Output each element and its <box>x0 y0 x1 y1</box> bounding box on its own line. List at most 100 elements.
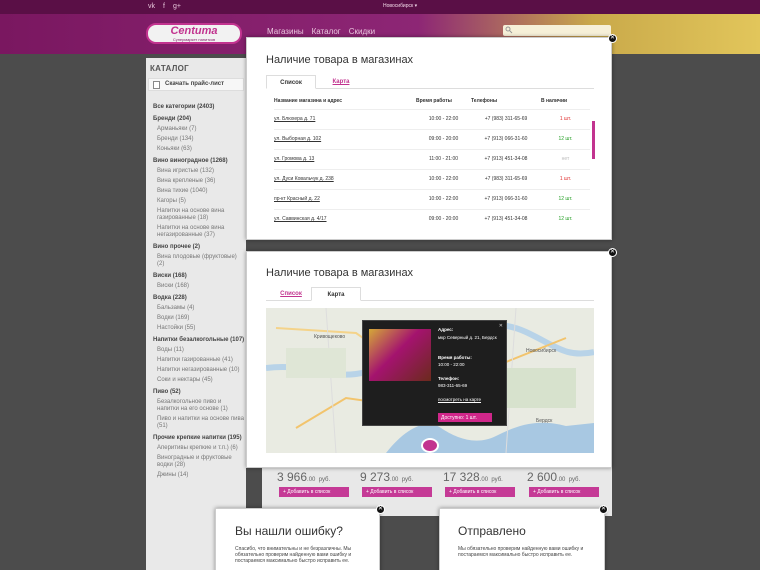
nav-catalog[interactable]: Каталог <box>312 27 341 36</box>
category-item[interactable]: Пиво и напитки на основе пива (51) <box>153 416 245 430</box>
stock-count: 12 шт. <box>541 208 590 222</box>
category-item[interactable]: Водки (169) <box>153 315 245 322</box>
category-item[interactable]: Воды (11) <box>153 347 245 354</box>
col-hours: Время работы <box>416 98 452 105</box>
col-phones: Телефоны <box>471 98 498 105</box>
add-to-list-button[interactable]: + Добавить в список <box>279 487 349 497</box>
stores-table: Название магазина и адрес Время работы Т… <box>274 94 590 222</box>
close-icon[interactable]: ✕ <box>608 34 617 43</box>
category-group[interactable]: Пиво (52) <box>153 389 245 396</box>
category-item[interactable]: Соки и нектары (45) <box>153 377 245 384</box>
store-phone: +7 (913) 451-34-08 <box>471 148 541 169</box>
stock-count: 1 шт. <box>541 168 590 189</box>
modal-tabs: Список Карта <box>266 287 594 301</box>
logo[interactable]: Centuma Супермаркет напитков <box>146 23 242 44</box>
category-group[interactable]: Напитки безалкогольные (107) <box>153 337 245 344</box>
category-group[interactable]: Вино прочее (2) <box>153 244 245 251</box>
category-item[interactable]: Кагоры (5) <box>153 198 245 205</box>
store-address[interactable]: ул. Громова д. 13 <box>274 148 416 169</box>
table-row: пр-кт Красный д. 22 10:00 - 22:00 +7 (913)… <box>274 188 590 209</box>
report-sent-dialog: Отправлено Мы обязательно проверим найде… <box>439 505 608 570</box>
store-address[interactable]: ул. Саввинская д. 4/17 <box>274 208 416 222</box>
logo-text: Centuma <box>170 25 218 37</box>
store-address: мкр Северный д. 21, Бердск <box>438 335 497 340</box>
store-phone: 983-311-65-69 <box>438 383 468 388</box>
view-on-map-link[interactable]: посмотреть на карте <box>438 397 504 403</box>
category-item[interactable]: Коньяки (63) <box>153 146 245 153</box>
tab-map[interactable]: Карта <box>316 75 366 89</box>
category-item[interactable]: Напитки газированные (41) <box>153 357 245 364</box>
category-group[interactable]: Все категории (2403) <box>153 104 245 111</box>
category-group[interactable]: Виски (168) <box>153 273 245 280</box>
tab-map[interactable]: Карта <box>311 287 361 301</box>
document-icon <box>153 81 160 89</box>
category-item[interactable]: Вина плодовые (фруктовые) (2) <box>153 254 245 268</box>
availability-badge: Доступно: 1 шт. <box>438 413 492 422</box>
category-item[interactable]: Арманьяки (7) <box>153 126 245 133</box>
search-input[interactable] <box>503 25 611 36</box>
map-label: Кривощеково <box>314 334 346 340</box>
category-item[interactable]: Безалкогольное пиво и напитки на его осн… <box>153 399 245 413</box>
store-address[interactable]: пр-кт Красный д. 22 <box>274 188 416 209</box>
category-item[interactable]: Напитки негазированные (10) <box>153 367 245 374</box>
table-row: ул. Дуси Ковальчук д. 238 10:00 - 22:00 +7… <box>274 168 590 189</box>
nav-stores[interactable]: Магазины <box>267 27 304 36</box>
tab-list[interactable]: Список <box>266 287 316 301</box>
product-price: 3 966.00 руб. <box>277 470 331 484</box>
category-item[interactable]: Виски (168) <box>153 283 245 290</box>
modal-title: Наличие товара в магазинах <box>266 267 414 279</box>
search-icon <box>505 26 513 34</box>
google-plus-icon[interactable]: g+ <box>173 3 181 10</box>
category-group[interactable]: Бренди (204) <box>153 116 245 123</box>
category-list: Все категории (2403) Бренди (204) Арманьяк… <box>153 104 245 482</box>
category-item[interactable]: Напитки на основе вина газированные (18) <box>153 208 245 222</box>
close-icon[interactable]: ✕ <box>376 505 385 514</box>
category-item[interactable]: Напитки на основе вина негазированные (3… <box>153 225 245 239</box>
store-hours: 10:00 - 22:00 <box>416 108 471 129</box>
category-item[interactable]: Вина крепленые (36) <box>153 178 245 185</box>
store-hours: 10:00 - 22:00 <box>416 188 471 209</box>
add-to-list-button[interactable]: + Добавить в список <box>529 487 599 497</box>
table-scrollbar[interactable] <box>592 121 595 159</box>
category-item[interactable]: Настойки (55) <box>153 325 245 332</box>
city-selector[interactable]: Новосибирск ▾ <box>383 3 417 9</box>
modal-title: Наличие товара в магазинах <box>266 54 414 66</box>
category-group[interactable]: Водка (228) <box>153 295 245 302</box>
table-header: Название магазина и адрес Время работы Т… <box>274 94 590 109</box>
catalog-sidebar: КАТАЛОГ Скачать прайс-лист Все категории… <box>146 58 246 570</box>
store-phone: +7 (983) 311-65-69 <box>471 108 541 129</box>
store-popup: ✕ Адрес: мкр Северный д. 21, Бердск Врем… <box>362 320 507 426</box>
download-price-list-button[interactable]: Скачать прайс-лист <box>148 78 244 91</box>
category-group[interactable]: Прочие крепкие напитки (195) <box>153 435 245 442</box>
category-item[interactable]: Бальзамы (4) <box>153 305 245 312</box>
store-address[interactable]: ул. Блюхера д. 71 <box>274 108 416 129</box>
facebook-icon[interactable]: f <box>163 3 165 10</box>
category-group[interactable]: Вино виноградное (1268) <box>153 158 245 165</box>
stock-map-modal: Наличие товара в магазинах Список Карта … <box>246 248 617 468</box>
tab-list[interactable]: Список <box>266 75 316 89</box>
add-to-list-button[interactable]: + Добавить в список <box>362 487 432 497</box>
store-address[interactable]: ул. Дуси Ковальчук д. 238 <box>274 168 416 189</box>
category-item[interactable]: Виноградные и фруктовые водки (28) <box>153 455 245 469</box>
add-to-list-button[interactable]: + Добавить в список <box>445 487 515 497</box>
category-item[interactable]: Вина тихие (1040) <box>153 188 245 195</box>
category-item[interactable]: Аперитивы крепкие и т.п.) (6) <box>153 445 245 452</box>
store-hours: 10:00 - 22:00 <box>438 362 465 367</box>
store-marker[interactable] <box>421 438 439 453</box>
category-item[interactable]: Бренди (134) <box>153 136 245 143</box>
category-item[interactable]: Джины (14) <box>153 472 245 479</box>
dialog-title: Отправлено <box>458 524 526 538</box>
category-item[interactable]: Вина игристые (132) <box>153 168 245 175</box>
stores-table-wrap[interactable]: Название магазина и адрес Время работы Т… <box>274 94 596 222</box>
stock-list-modal: Наличие товара в магазинах Список Карта … <box>246 34 617 240</box>
close-icon[interactable]: ✕ <box>599 505 608 514</box>
store-address[interactable]: ул. Выборная д. 102 <box>274 128 416 149</box>
phone-label: Телефон: <box>438 376 460 381</box>
nav-discounts[interactable]: Скидки <box>349 27 375 36</box>
dialog-text: Спасибо, что внимательны и не безразличн… <box>235 546 352 564</box>
close-icon[interactable]: ✕ <box>608 248 617 257</box>
store-map[interactable]: Кривощеково Новосибирск Бердск ✕ Адрес: … <box>266 308 594 453</box>
vk-icon[interactable]: vk <box>148 3 155 10</box>
product-price: 9 273.00 руб. <box>360 470 414 484</box>
main-nav: Магазины Каталог Скидки <box>267 27 375 36</box>
